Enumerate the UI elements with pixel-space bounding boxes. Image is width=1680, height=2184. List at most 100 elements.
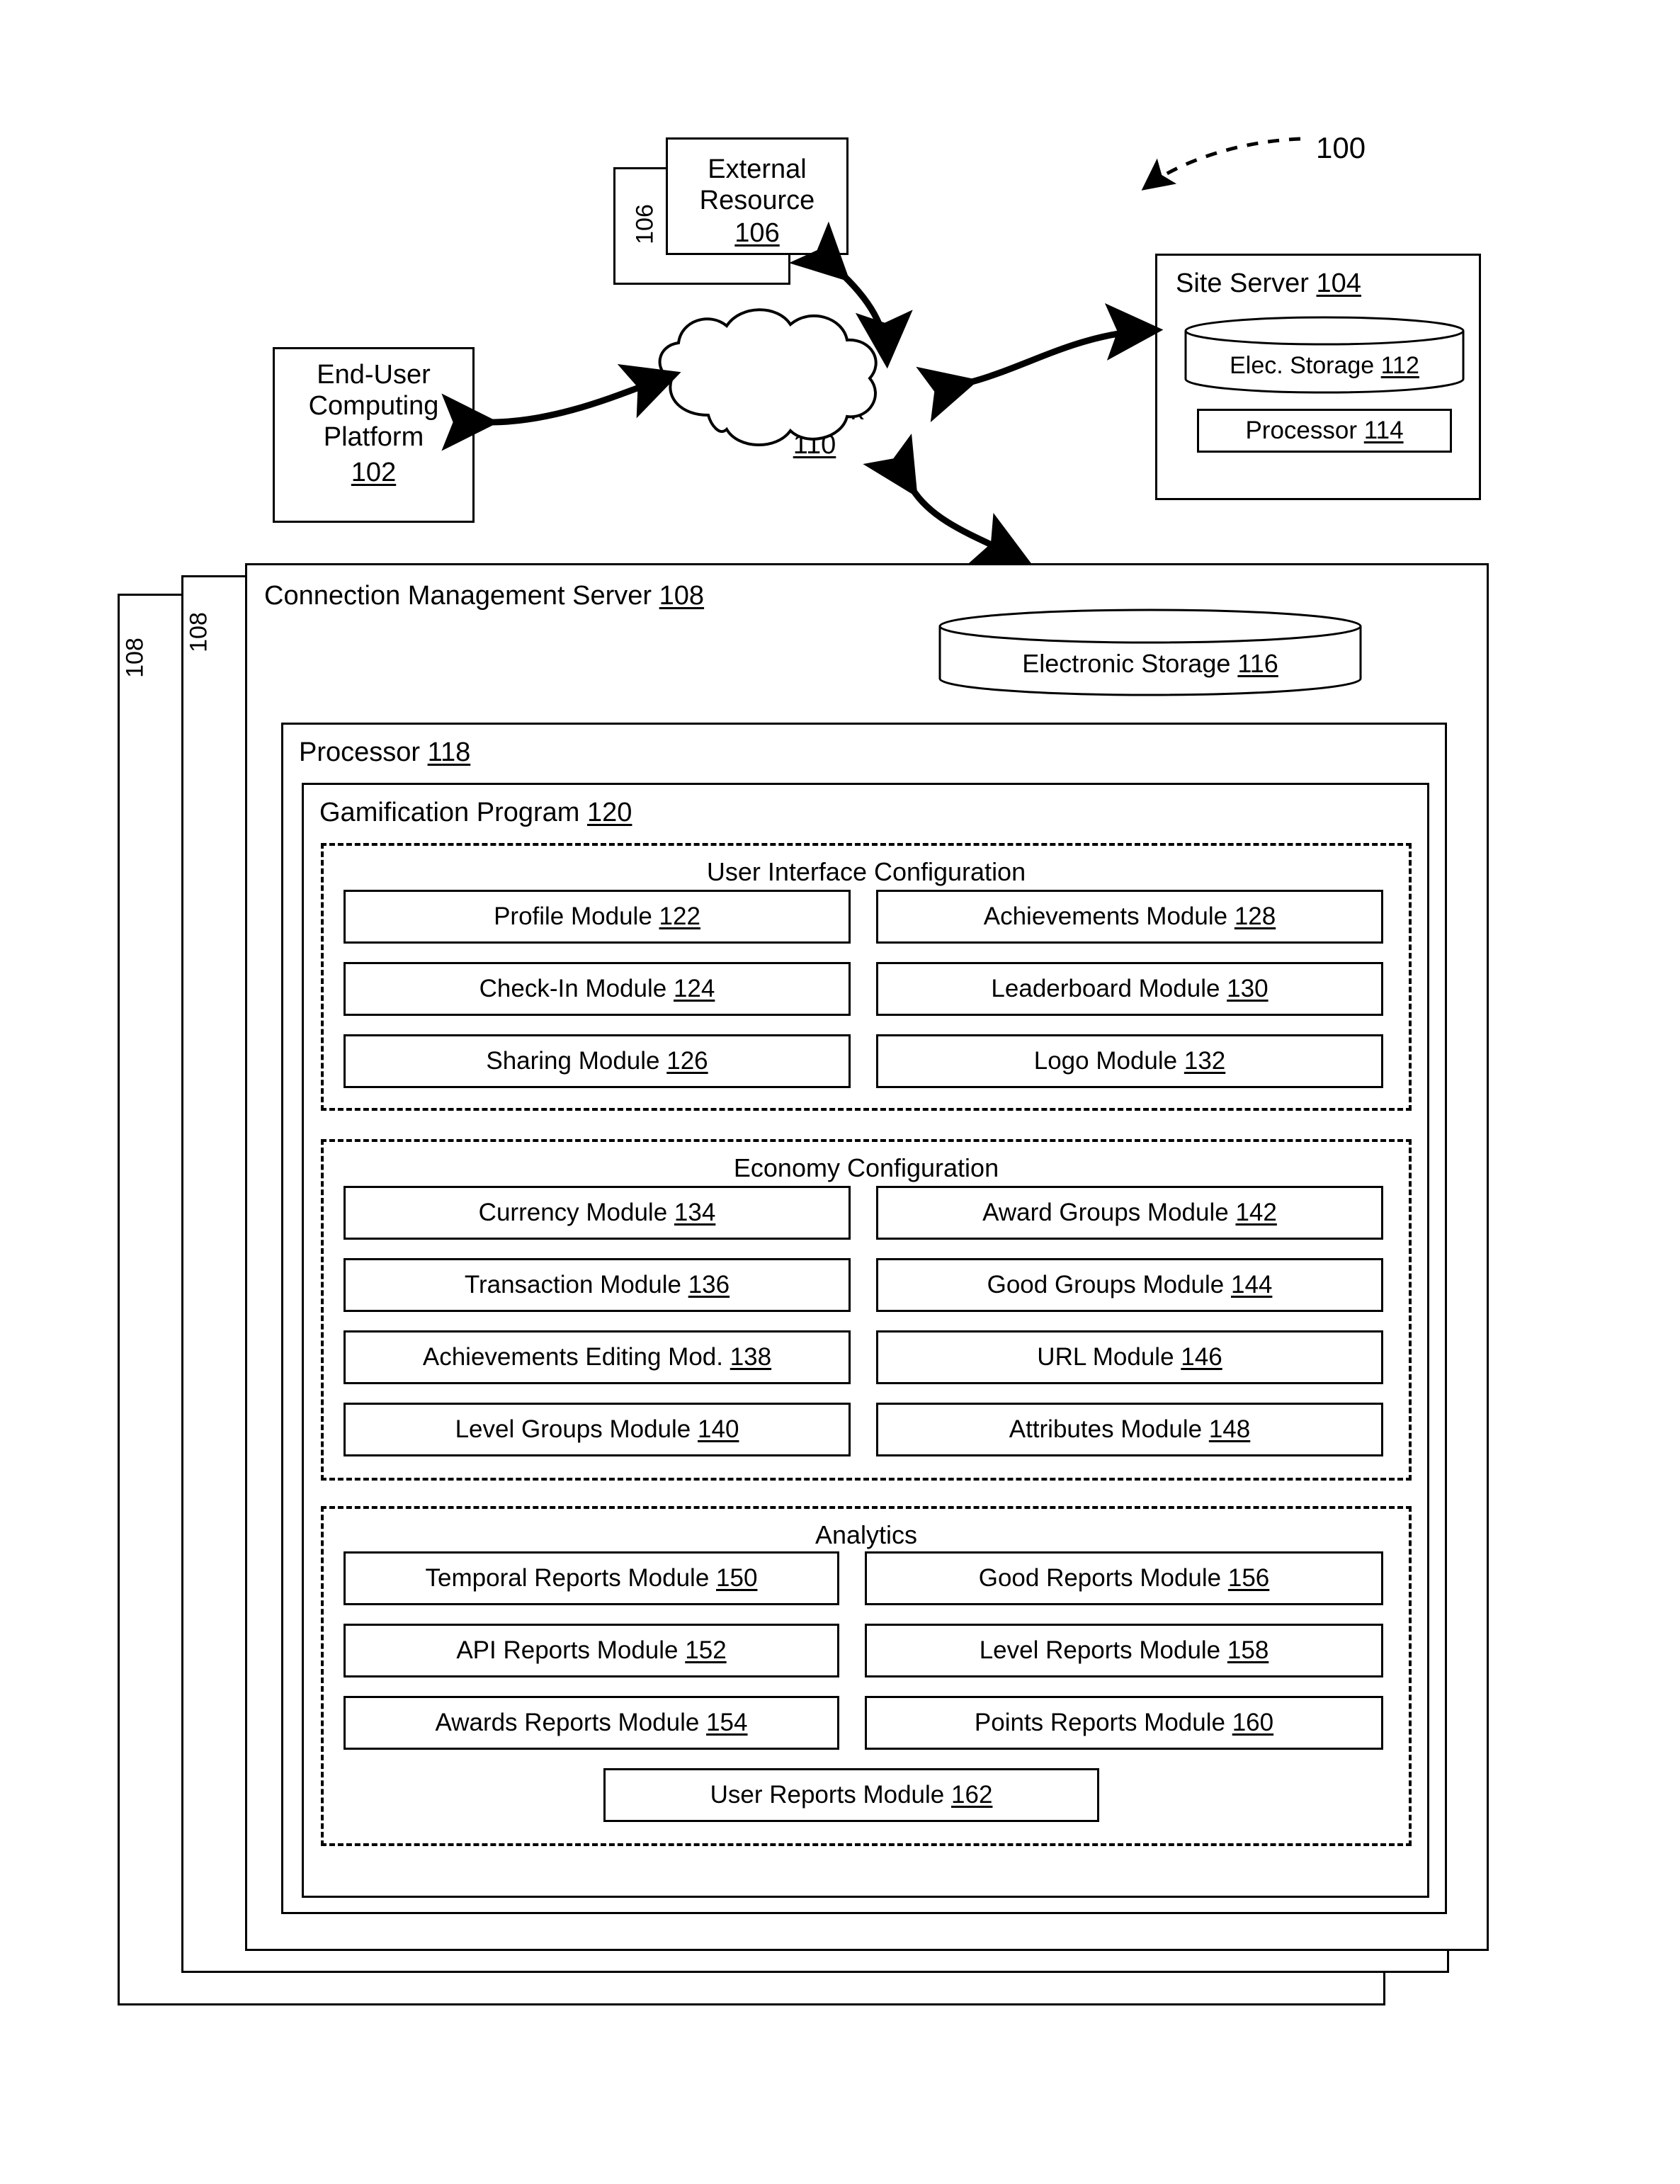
module-achievements-ref: 128 [1234,903,1276,930]
module-url-label: URL Module [1037,1343,1174,1371]
site-server-storage-ref: 112 [1380,352,1419,379]
module-points-reports-label: Points Reports Module [974,1709,1225,1736]
module-achievements-editing-ref: 138 [730,1343,772,1371]
module-award-groups-ref: 142 [1235,1199,1277,1226]
arrow-network-siteserver [916,303,1164,423]
module-award-groups-label: Award Groups Module [982,1199,1229,1226]
module-api-reports[interactable]: API Reports Module 152 [344,1624,839,1677]
module-profile[interactable]: Profile Module 122 [344,890,851,944]
module-currency-ref: 134 [674,1199,716,1226]
module-leaderboard-label: Leaderboard Module [991,975,1220,1002]
module-profile-label: Profile Module [494,903,652,930]
module-attributes-ref: 148 [1208,1415,1251,1443]
module-level-reports[interactable]: Level Reports Module 158 [865,1624,1383,1677]
module-attributes[interactable]: Attributes Module 148 [876,1403,1383,1456]
group-analytics: Analytics Temporal Reports Module 150 AP… [321,1506,1412,1846]
arrow-enduser-network [441,363,681,451]
group-economy-configuration: Economy Configuration Currency Module 13… [321,1139,1412,1481]
module-awards-reports[interactable]: Awards Reports Module 154 [344,1696,839,1750]
reference-leader-line [1141,137,1301,191]
module-api-reports-ref: 152 [685,1636,727,1664]
module-user-reports[interactable]: User Reports Module 162 [603,1768,1099,1822]
module-sharing[interactable]: Sharing Module 126 [344,1034,851,1088]
cms-processor-text: Processor [299,737,421,767]
cms-processor-panel: Processor 118 Gamification Program 120 U… [281,723,1447,1914]
module-awards-reports-label: Awards Reports Module [435,1709,700,1736]
module-transaction-ref: 136 [688,1271,730,1298]
site-server-title-text: Site Server [1176,268,1309,298]
module-achievements-label: Achievements Module [983,903,1228,930]
module-logo-label: Logo Module [1033,1047,1178,1075]
module-temporal-reports[interactable]: Temporal Reports Module 150 [344,1551,839,1605]
module-url[interactable]: URL Module 146 [876,1330,1383,1384]
module-attributes-label: Attributes Module [1009,1415,1203,1443]
site-server-storage-text: Elec. Storage [1230,352,1375,379]
site-server-processor-ref: 114 [1363,417,1404,444]
gamification-program-text: Gamification Program [319,798,580,827]
cms-stack-plate-1-ref: 108 [185,612,212,652]
module-good-reports[interactable]: Good Reports Module 156 [865,1551,1383,1605]
end-user-ref: 102 [351,458,397,487]
figure-reference-label: 100 [1316,131,1366,164]
site-server-storage-label: Elec. Storage 112 [1184,352,1465,380]
cms-storage-label: Electronic Storage 116 [938,649,1363,679]
gamification-program-title: Gamification Program 120 [319,798,632,828]
module-good-groups[interactable]: Good Groups Module 144 [876,1258,1383,1312]
module-temporal-reports-ref: 150 [716,1564,758,1592]
group-heading-0: User Interface Configuration [706,857,1026,886]
cms-storage-cylinder: Electronic Storage 116 [938,608,1363,700]
module-level-groups-ref: 140 [698,1415,739,1443]
cms-storage-ref: 116 [1237,649,1278,678]
network-label: Network [765,396,864,426]
module-check-in-label: Check-In Module [479,975,667,1002]
module-level-groups[interactable]: Level Groups Module 140 [344,1403,851,1456]
module-leaderboard[interactable]: Leaderboard Module 130 [876,962,1383,1016]
group-heading-1: Economy Configuration [733,1153,999,1182]
external-resource-line1: External [708,154,807,184]
module-url-ref: 146 [1181,1343,1222,1371]
external-resource-ref: 106 [734,218,780,248]
site-server-ref: 104 [1316,268,1361,298]
module-points-reports-ref: 160 [1232,1709,1274,1736]
group-heading-2: Analytics [815,1520,918,1549]
site-server-node: Site Server 104 Elec. Storage 112 Proces… [1155,254,1481,500]
module-check-in[interactable]: Check-In Module 124 [344,962,851,1016]
end-user-computing-platform-node: End-User Computing Platform 102 [273,347,475,523]
cms-stack-plate-2-ref: 108 [121,638,149,678]
group-user-interface-configuration: User Interface Configuration Profile Mod… [321,843,1412,1111]
module-user-reports-label: User Reports Module [710,1781,945,1809]
external-resource-line2: Resource [699,186,815,215]
arrow-external-network [788,221,913,369]
module-check-in-ref: 124 [673,975,715,1002]
cms-storage-text: Electronic Storage [1022,649,1231,678]
site-server-title: Site Server 104 [1176,268,1361,299]
module-currency[interactable]: Currency Module 134 [344,1186,851,1240]
cms-processor-ref: 118 [427,737,471,767]
module-level-reports-label: Level Reports Module [979,1636,1221,1664]
module-good-reports-ref: 156 [1227,1564,1270,1592]
site-server-storage-cylinder: Elec. Storage 112 [1184,315,1465,395]
module-achievements-editing[interactable]: Achievements Editing Mod. 138 [344,1330,851,1384]
module-logo-ref: 132 [1184,1047,1226,1075]
module-user-reports-ref: 162 [951,1781,993,1809]
cms-title-text: Connection Management Server [264,581,652,611]
gamification-program-panel: Gamification Program 120 User Interface … [302,783,1429,1898]
module-awards-reports-ref: 154 [706,1709,748,1736]
connection-management-server-node: Connection Management Server 108 Electro… [245,563,1489,1951]
module-leaderboard-ref: 130 [1227,975,1268,1002]
module-good-groups-label: Good Groups Module [987,1271,1225,1298]
module-transaction[interactable]: Transaction Module 136 [344,1258,851,1312]
module-achievements-editing-label: Achievements Editing Mod. [422,1343,723,1371]
module-level-groups-label: Level Groups Module [455,1415,691,1443]
module-logo[interactable]: Logo Module 132 [876,1034,1383,1088]
module-api-reports-label: API Reports Module [456,1636,679,1664]
module-award-groups[interactable]: Award Groups Module 142 [876,1186,1383,1240]
module-points-reports[interactable]: Points Reports Module 160 [865,1696,1383,1750]
external-resource-node: External Resource 106 [666,137,848,255]
end-user-line3: Platform [323,422,424,452]
module-profile-ref: 122 [659,903,700,930]
site-server-processor-text: Processor [1245,417,1357,444]
module-achievements[interactable]: Achievements Module 128 [876,890,1383,944]
module-transaction-label: Transaction Module [464,1271,681,1298]
site-server-processor-box: Processor 114 [1197,409,1452,453]
